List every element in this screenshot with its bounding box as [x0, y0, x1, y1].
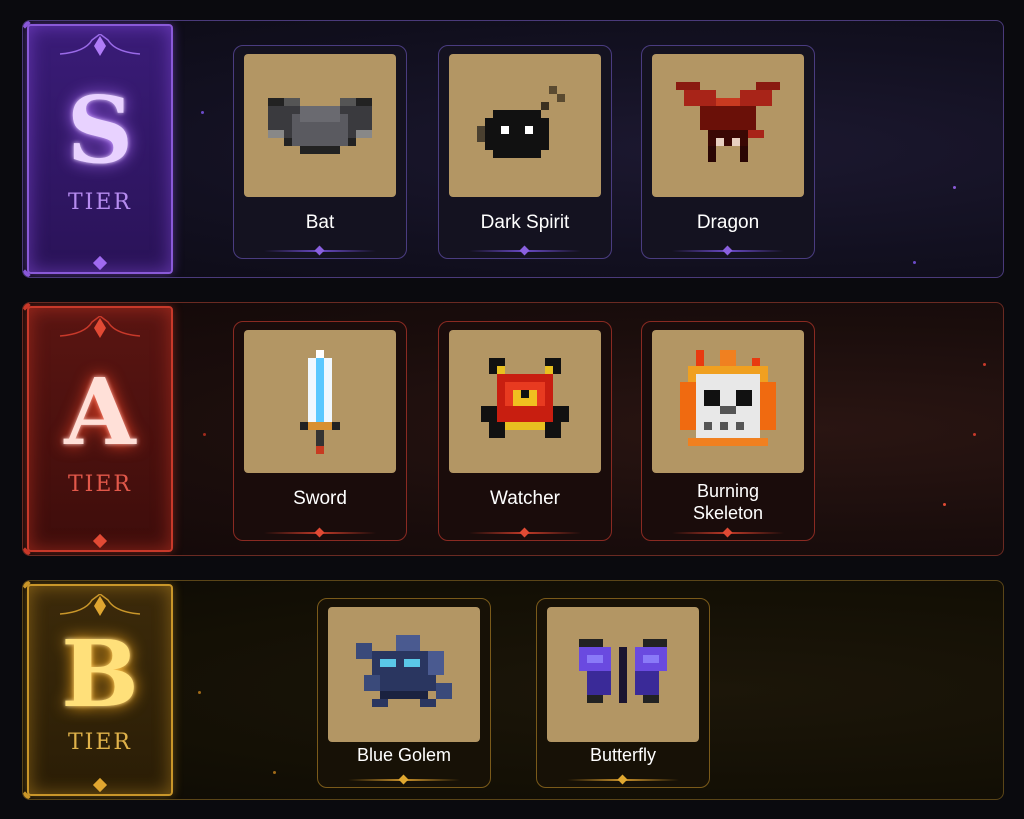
tier-letter: B — [61, 620, 139, 728]
tier-label: TIER — [68, 730, 132, 755]
item-name: Dark Spirit — [480, 212, 570, 233]
item-name: Sword — [293, 488, 347, 509]
blue-golem-icon — [356, 634, 452, 707]
item-name: Burning Skeleton — [692, 481, 764, 523]
card-art — [652, 330, 804, 473]
item-name: Watcher — [489, 488, 561, 509]
sparkle-particle — [953, 186, 956, 189]
tier-badge-a[interactable]: A TIER — [27, 306, 173, 552]
ember-particle — [198, 691, 201, 694]
ember-particle — [973, 433, 976, 436]
card-divider — [672, 250, 784, 252]
tier-badge-s[interactable]: S TIER — [27, 24, 173, 274]
tier-letter: A — [64, 358, 136, 466]
card-art — [244, 330, 396, 473]
item-name: Dragon — [696, 212, 760, 233]
card-art — [328, 607, 480, 742]
tier-item-card[interactable]: Sword — [233, 321, 407, 541]
dragon-icon — [676, 81, 780, 162]
card-divider — [672, 532, 784, 534]
tier-letter: S — [66, 76, 134, 184]
tier-item-card[interactable]: Bat — [233, 45, 407, 259]
ember-particle — [983, 363, 986, 366]
tier-label: TIER — [68, 190, 132, 215]
ember-particle — [203, 433, 206, 436]
crown-ornament-icon — [59, 34, 141, 56]
card-divider — [264, 250, 376, 252]
card-art — [244, 54, 396, 197]
ember-particle — [273, 771, 276, 774]
card-divider — [469, 250, 581, 252]
item-name: Butterfly — [589, 745, 657, 765]
tier-item-card[interactable]: Watcher — [438, 321, 612, 541]
card-divider — [567, 779, 679, 781]
gem-ornament-icon — [92, 777, 108, 793]
gem-ornament-icon — [92, 255, 108, 271]
dark-spirit-icon — [477, 85, 565, 158]
tier-label: TIER — [68, 472, 132, 497]
card-divider — [264, 532, 376, 534]
item-name: Blue Golem — [356, 745, 452, 765]
tier-item-card[interactable]: Dragon — [641, 45, 815, 259]
ember-particle — [943, 503, 946, 506]
crown-ornament-icon — [59, 316, 141, 338]
crown-ornament-icon — [59, 594, 141, 616]
sparkle-particle — [913, 261, 916, 264]
tier-item-card[interactable]: Blue Golem — [317, 598, 491, 788]
bat-icon — [268, 97, 372, 154]
tier-badge-b[interactable]: B TIER — [27, 584, 173, 796]
tier-row-b: B TIER Blue Golem Butterfly — [22, 580, 1004, 800]
burning-skeleton-icon — [680, 349, 776, 446]
tier-row-s: S TIER Bat Dark Spirit Dragon — [22, 20, 1004, 278]
tier-item-card[interactable]: Burning Skeleton — [641, 321, 815, 541]
tier-row-a: A TIER Sword Watcher Burning Skeleton — [22, 302, 1004, 556]
butterfly-icon — [579, 638, 667, 703]
card-art — [449, 330, 601, 473]
sword-icon — [300, 349, 340, 454]
card-art — [449, 54, 601, 197]
card-divider — [469, 532, 581, 534]
card-divider — [348, 779, 460, 781]
tier-item-card[interactable]: Butterfly — [536, 598, 710, 788]
item-name: Bat — [305, 212, 335, 233]
gem-ornament-icon — [92, 533, 108, 549]
tier-item-card[interactable]: Dark Spirit — [438, 45, 612, 259]
card-art — [652, 54, 804, 197]
watcher-icon — [481, 357, 569, 438]
sparkle-particle — [201, 111, 204, 114]
card-art — [547, 607, 699, 742]
